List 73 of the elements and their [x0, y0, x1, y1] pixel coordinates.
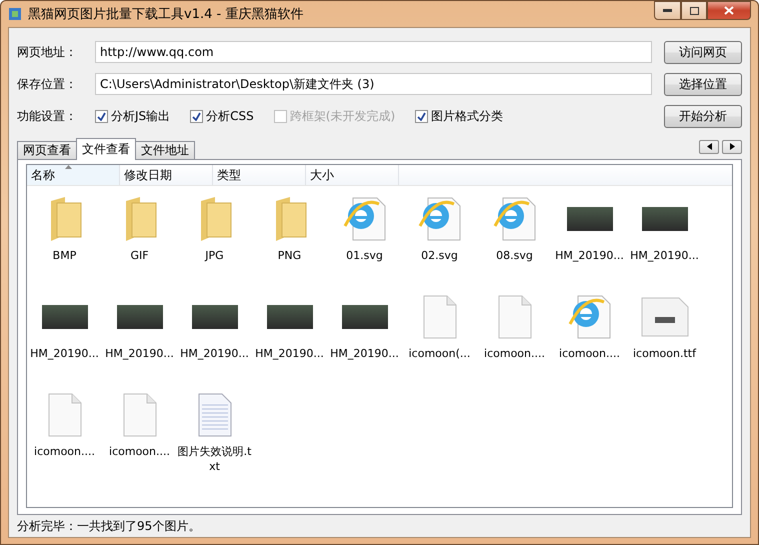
- close-button[interactable]: [707, 1, 751, 20]
- photo-placeholder: [192, 305, 238, 329]
- photo-placeholder: [642, 207, 688, 231]
- file-name[interactable]: HM_20190...: [27, 346, 102, 361]
- browser-document-icon: [418, 196, 462, 242]
- browser-document-icon: [568, 294, 612, 340]
- photo-placeholder: [266, 305, 312, 329]
- field-label: 保存位置：: [17, 76, 78, 92]
- checkbox-label: 图片格式分类: [431, 108, 504, 124]
- left-triangle-icon: [706, 143, 712, 150]
- file-name[interactable]: 02.svg: [402, 248, 477, 263]
- maximize-icon: [690, 6, 698, 14]
- maximize-button[interactable]: [681, 1, 707, 20]
- file-name[interactable]: icomoon....: [552, 346, 627, 361]
- window-title: 黑猫网页图片批量下载工具v1.4 - 重庆黑猫软件: [28, 6, 304, 23]
- tab[interactable]: 网页查看: [17, 141, 77, 160]
- file-name[interactable]: icomoon.ttf: [627, 346, 702, 361]
- file-name[interactable]: HM_20190...: [102, 346, 177, 361]
- document-icon: [48, 393, 82, 437]
- checkbox-label: 跨框架(未开发完成): [290, 108, 396, 124]
- path-field[interactable]: C:\Users\Administrator\Desktop\新建文件夹 (3): [95, 73, 652, 95]
- font-file-icon: [640, 297, 688, 337]
- scroll-right-button[interactable]: [722, 140, 742, 154]
- tab[interactable]: 文件查看: [76, 138, 136, 160]
- document-icon: [122, 393, 156, 437]
- file-name[interactable]: icomoon....: [102, 444, 177, 459]
- browser-document-icon: [342, 196, 386, 242]
- document-icon: [422, 295, 456, 339]
- file-name[interactable]: HM_20190...: [327, 346, 402, 361]
- field-label: 功能设置：: [17, 108, 78, 124]
- tab[interactable]: 文件地址: [135, 141, 195, 160]
- photo-placeholder: [566, 207, 612, 231]
- checkbox-label: 分析JS输出: [111, 108, 170, 124]
- right-triangle-icon: [730, 143, 734, 150]
- checkbox[interactable]: [415, 110, 428, 122]
- file-name[interactable]: BMP: [27, 248, 102, 263]
- field-label: 网页地址：: [17, 44, 78, 60]
- file-name[interactable]: PNG: [252, 248, 327, 263]
- file-name[interactable]: HM_20190...: [627, 248, 702, 263]
- file-name[interactable]: HM_20190...: [252, 346, 327, 361]
- app-icon: [8, 7, 22, 21]
- file-name[interactable]: HM_20190...: [177, 346, 252, 361]
- photo-placeholder: [42, 305, 88, 329]
- column-header[interactable]: 名称: [27, 165, 120, 185]
- file-name[interactable]: icomoon(...: [402, 346, 477, 361]
- analyze-button[interactable]: 开始分析: [664, 104, 742, 128]
- browser-document-icon: [492, 196, 536, 242]
- close-icon: [724, 6, 734, 15]
- checkbox[interactable]: [190, 110, 204, 122]
- checkbox[interactable]: [95, 110, 108, 122]
- status-text: 分析完毕：一共找到了95个图片。: [17, 518, 200, 534]
- checkbox-label: 分析CSS: [206, 108, 254, 124]
- minimize-button[interactable]: [654, 1, 681, 20]
- scroll-left-button[interactable]: [699, 140, 719, 154]
- file-name[interactable]: 08.svg: [477, 248, 552, 263]
- document-icon: [498, 295, 532, 339]
- url-field[interactable]: http://www.qq.com: [95, 41, 652, 63]
- text-file-icon: [198, 393, 232, 437]
- photo-placeholder: [116, 305, 162, 329]
- file-name[interactable]: 01.svg: [327, 248, 402, 263]
- file-name[interactable]: icomoon....: [477, 346, 552, 361]
- file-name[interactable]: 图片失效说明.txt: [177, 444, 252, 474]
- visit-button[interactable]: 访问网页: [664, 40, 742, 64]
- column-header[interactable]: 类型: [213, 165, 306, 185]
- file-name[interactable]: HM_20190...: [552, 248, 627, 263]
- file-name[interactable]: GIF: [102, 248, 177, 263]
- column-header[interactable]: 修改日期: [120, 165, 213, 185]
- column-header[interactable]: 大小: [306, 165, 399, 185]
- minimize-icon: [663, 9, 672, 12]
- file-name[interactable]: icomoon....: [27, 444, 102, 459]
- choose-button[interactable]: 选择位置: [664, 72, 742, 96]
- photo-placeholder: [342, 305, 388, 329]
- file-name[interactable]: JPG: [177, 248, 252, 263]
